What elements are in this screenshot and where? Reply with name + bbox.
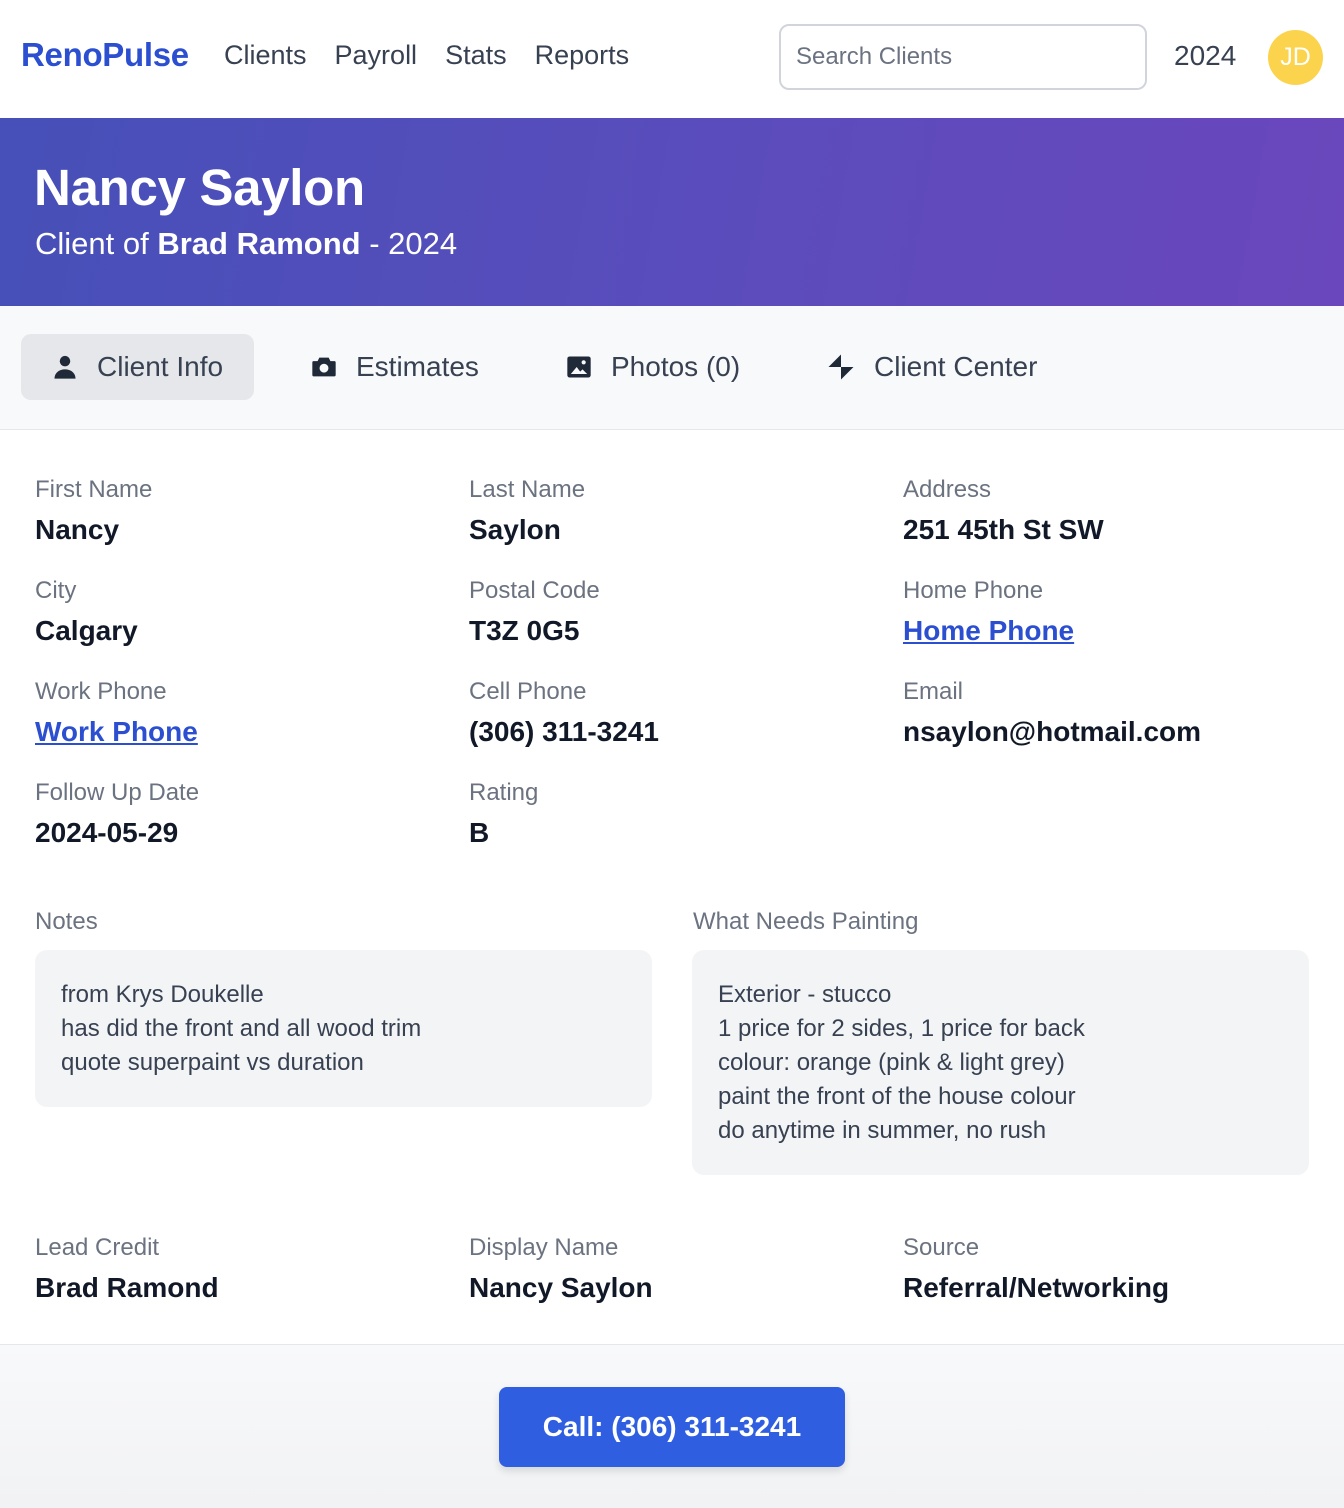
field-label: Email	[903, 678, 964, 705]
field-city: City Calgary	[35, 577, 138, 647]
field-value: Referral/Networking	[903, 1272, 1170, 1303]
tab-label: Photos (0)	[611, 351, 741, 382]
painting-line: do anytime in summer, no rush	[718, 1117, 1047, 1144]
field-home-phone: Home Phone Home Phone	[903, 577, 1074, 647]
painting-label: What Needs Painting	[693, 908, 919, 935]
painting-line: colour: orange (pink & light grey)	[718, 1049, 1065, 1076]
field-display-name: Display Name Nancy Saylon	[469, 1234, 653, 1304]
painting-line: Exterior - stucco	[718, 981, 892, 1008]
field-label: Rating	[469, 779, 539, 806]
page-title: Nancy Saylon	[34, 159, 365, 216]
tab-bar: Client Info Estimates Photos (0) Client …	[0, 306, 1344, 430]
field-label: First Name	[35, 476, 153, 503]
field-lead-credit: Lead Credit Brad Ramond	[35, 1234, 219, 1304]
work-phone-link[interactable]: Work Phone	[35, 716, 198, 748]
notes-label: Notes	[35, 908, 98, 935]
field-email: Email nsaylon@hotmail.com	[903, 678, 1201, 748]
painting-line: 1 price for 2 sides, 1 price for back	[718, 1015, 1085, 1042]
field-value: Saylon	[469, 514, 561, 545]
field-label: Postal Code	[469, 577, 600, 604]
painting-box: Exterior - stucco 1 price for 2 sides, 1…	[692, 950, 1309, 1175]
nav-link-clients[interactable]: Clients	[224, 40, 307, 71]
tab-estimates[interactable]: Estimates	[280, 334, 507, 400]
field-follow-up-date: Follow Up Date 2024-05-29	[35, 779, 199, 849]
home-phone-link[interactable]: Home Phone	[903, 615, 1074, 647]
image-icon	[567, 356, 591, 378]
field-cell-phone: Cell Phone (306) 311-3241	[469, 678, 659, 748]
field-label: Follow Up Date	[35, 779, 200, 806]
nav-link-reports[interactable]: Reports	[535, 40, 630, 71]
note-line: quote superpaint vs duration	[61, 1049, 364, 1076]
field-source: Source Referral/Networking	[903, 1234, 1169, 1304]
brand-logo[interactable]: RenoPulse	[21, 36, 189, 74]
top-nav: RenoPulse Clients Payroll Stats Reports …	[0, 0, 1344, 118]
footer-bar: Call: (306) 311-3241	[0, 1344, 1344, 1508]
field-value: T3Z 0G5	[469, 615, 580, 646]
field-value: B	[469, 817, 490, 848]
field-value: Calgary	[35, 615, 138, 646]
avatar[interactable]: JD	[1268, 30, 1323, 85]
camera-icon	[312, 357, 336, 377]
tab-label: Client Center	[874, 351, 1038, 382]
client-owner: Brad Ramond	[157, 226, 361, 261]
field-label: Source	[903, 1234, 980, 1261]
field-label: Lead Credit	[35, 1234, 160, 1261]
field-value: Nancy	[35, 514, 120, 545]
field-value: Brad Ramond	[35, 1272, 219, 1303]
field-label: Home Phone	[903, 577, 1044, 604]
field-label: Last Name	[469, 476, 586, 503]
field-value: 251 45th St SW	[903, 514, 1104, 545]
field-work-phone: Work Phone Work Phone	[35, 678, 198, 748]
field-value: Nancy Saylon	[469, 1272, 653, 1303]
subtitle-prefix: Client of	[35, 226, 158, 261]
tab-label: Estimates	[356, 351, 479, 382]
field-label: City	[35, 577, 77, 604]
nav-links: Clients Payroll Stats Reports	[224, 40, 657, 71]
field-address: Address 251 45th St SW	[903, 476, 1104, 546]
tab-photos[interactable]: Photos (0)	[535, 334, 768, 400]
tab-client-center[interactable]: Client Center	[796, 334, 1065, 400]
tab-label: Client Info	[97, 351, 224, 382]
field-label: Address	[903, 476, 992, 503]
note-line: from Krys Doukelle	[61, 981, 264, 1008]
field-value: nsaylon@hotmail.com	[903, 716, 1202, 747]
painting-line: paint the front of the house colour	[718, 1083, 1076, 1110]
person-icon	[54, 355, 76, 379]
field-label: Display Name	[469, 1234, 619, 1261]
field-value: 2024-05-29	[35, 817, 179, 848]
nav-link-stats[interactable]: Stats	[445, 40, 507, 71]
pinwheel-icon	[828, 354, 854, 380]
field-rating: Rating B	[469, 779, 538, 849]
field-first-name: First Name Nancy	[35, 476, 152, 546]
client-subtitle: Client of Brad Ramond - 2024	[35, 226, 457, 262]
field-value: (306) 311-3241	[469, 716, 659, 747]
field-label: Cell Phone	[469, 678, 587, 705]
search-input[interactable]	[779, 24, 1147, 90]
field-postal-code: Postal Code T3Z 0G5	[469, 577, 600, 647]
notes-box: from Krys Doukelle has did the front and…	[35, 950, 652, 1107]
year-label[interactable]: 2024	[1174, 40, 1236, 72]
call-button[interactable]: Call: (306) 311-3241	[499, 1387, 845, 1467]
nav-link-payroll[interactable]: Payroll	[335, 40, 418, 71]
tab-client-info[interactable]: Client Info	[21, 334, 254, 400]
field-last-name: Last Name Saylon	[469, 476, 585, 546]
subtitle-suffix: - 2024	[360, 226, 458, 261]
client-header: Nancy Saylon Client of Brad Ramond - 202…	[0, 118, 1344, 306]
field-label: Work Phone	[35, 678, 167, 705]
note-line: has did the front and all wood trim	[61, 1015, 422, 1042]
